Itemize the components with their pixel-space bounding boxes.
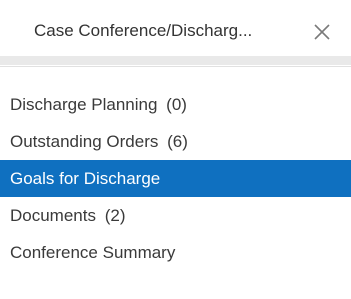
tab-separator [0,56,351,65]
nav-item-outstanding-orders[interactable]: Outstanding Orders (6) [0,123,351,160]
nav-item-label: Documents [10,206,96,225]
nav-item-label: Discharge Planning [10,95,158,114]
nav-item-label: Goals for Discharge [10,169,161,188]
nav-item-goals-for-discharge[interactable]: Goals for Discharge [0,160,351,197]
tab-title[interactable]: Case Conference/Discharg... [34,20,252,42]
close-icon[interactable] [310,20,334,44]
section-nav-list: Discharge Planning (0) Outstanding Order… [0,86,351,271]
nav-item-conference-summary[interactable]: Conference Summary [0,234,351,271]
case-conference-panel: Case Conference/Discharg... Discharge Pl… [0,0,351,299]
nav-item-count: (0) [166,95,187,114]
nav-item-label: Outstanding Orders [10,132,159,151]
nav-item-discharge-planning[interactable]: Discharge Planning (0) [0,86,351,123]
nav-item-documents[interactable]: Documents (2) [0,197,351,234]
nav-item-label: Conference Summary [10,243,176,262]
nav-item-count: (2) [104,206,126,225]
nav-item-count: (6) [167,132,188,151]
